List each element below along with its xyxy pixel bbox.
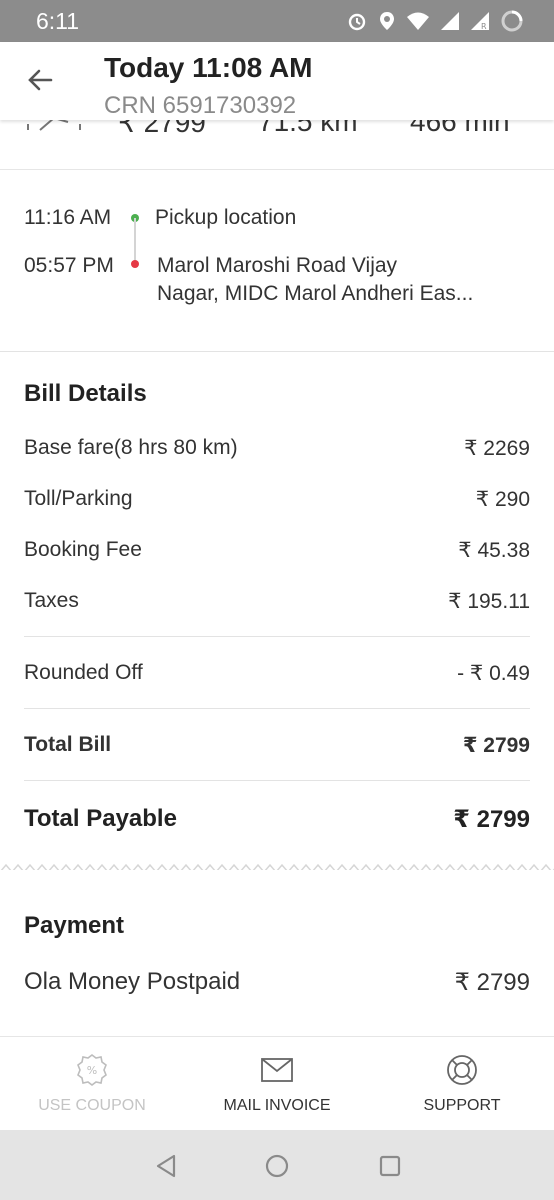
bill-row-taxes: Taxes ₹ 195.11 <box>24 589 530 614</box>
bill-row-rounded-off: Rounded Off - ₹ 0.49 <box>24 661 530 686</box>
trip-timeline: 11:16 AM Pickup location 05:57 PM Marol … <box>0 172 554 352</box>
payment-row: Ola Money Postpaid ₹ 2799 <box>24 968 530 997</box>
svg-text:%: % <box>87 1064 97 1077</box>
arrow-back-icon <box>28 69 53 91</box>
battery-icon <box>500 9 524 38</box>
signal-icon <box>440 11 460 36</box>
bill-row-value: ₹ 195.11 <box>448 590 530 613</box>
bill-row-label: Base fare(8 hrs 80 km) <box>24 436 238 459</box>
bill-row-label: Taxes <box>24 589 79 612</box>
bill-row-payable: Total Payable ₹ 2799 <box>24 805 530 834</box>
route-line <box>134 218 136 262</box>
signal-roaming-icon: R <box>470 11 490 36</box>
pickup-label: Pickup location <box>155 206 297 229</box>
support-label: SUPPORT <box>423 1097 501 1114</box>
pickup-time: 11:16 AM <box>24 206 112 229</box>
support-button[interactable]: SUPPORT <box>370 1037 554 1131</box>
status-icons: R <box>346 9 524 38</box>
drop-address-line1: Marol Maroshi Road Vijay <box>157 254 398 277</box>
drop-dot <box>131 260 139 268</box>
total-bill-value: ₹ 2799 <box>462 734 530 757</box>
mail-invoice-label: MAIL INVOICE <box>223 1097 331 1114</box>
total-payable-label: Total Payable <box>24 805 177 832</box>
status-bar: 6:11 R <box>0 0 554 42</box>
bill-row-total: Total Bill ₹ 2799 <box>24 733 530 758</box>
payment-amount: ₹ 2799 <box>454 969 530 996</box>
nav-back-icon[interactable] <box>152 1152 180 1180</box>
crn-number: CRN 6591730392 <box>104 92 297 119</box>
total-bill-label: Total Bill <box>24 733 112 756</box>
coupon-percent-icon: % <box>77 1054 107 1086</box>
bill-row-value: - ₹ 0.49 <box>457 662 530 685</box>
use-coupon-label: USE COUPON <box>38 1097 146 1114</box>
alarm-icon <box>346 10 368 37</box>
back-button[interactable] <box>22 62 58 98</box>
wifi-icon <box>406 11 430 36</box>
svg-text:R: R <box>481 22 487 31</box>
mail-icon <box>261 1058 293 1082</box>
status-time: 6:11 <box>36 8 80 34</box>
bill-row-label: Toll/Parking <box>24 487 133 510</box>
divider <box>24 780 530 781</box>
drop-address: Marol Maroshi Road Vijay Nagar, MIDC Mar… <box>157 252 473 308</box>
drop-address-line2: Nagar, MIDC Marol Andheri Eas... <box>157 282 474 305</box>
app-header: Today 11:08 AM CRN 6591730392 <box>0 42 554 120</box>
payment-title: Payment <box>24 912 125 939</box>
payment-section: Payment Ola Money Postpaid ₹ 2799 <box>0 870 554 1036</box>
mail-invoice-button[interactable]: MAIL INVOICE <box>185 1037 369 1131</box>
bill-row-booking-fee: Booking Fee ₹ 45.38 <box>24 538 530 563</box>
bill-row-value: ₹ 45.38 <box>458 539 530 562</box>
bill-row-value: ₹ 290 <box>475 488 530 511</box>
bill-details-title: Bill Details <box>24 380 147 407</box>
payment-method: Ola Money Postpaid <box>24 968 241 995</box>
use-coupon-button[interactable]: % USE COUPON <box>0 1037 184 1131</box>
bill-row-value: ₹ 2269 <box>464 437 530 460</box>
bill-row-label: Rounded Off <box>24 661 143 684</box>
page-title: Today 11:08 AM <box>104 52 313 83</box>
divider <box>24 708 530 709</box>
bottom-actions: % USE COUPON MAIL INVOICE SUPPORT <box>0 1036 554 1130</box>
nav-home-icon[interactable] <box>263 1152 291 1180</box>
system-nav-bar <box>0 1130 554 1200</box>
bill-row-label: Booking Fee <box>24 538 142 561</box>
location-icon <box>378 10 396 37</box>
total-payable-value: ₹ 2799 <box>453 806 530 833</box>
bill-row-base-fare: Base fare(8 hrs 80 km) ₹ 2269 <box>24 436 530 461</box>
nav-recents-icon[interactable] <box>376 1152 404 1180</box>
divider <box>24 636 530 637</box>
lifebuoy-icon <box>447 1055 477 1085</box>
drop-time: 05:57 PM <box>24 254 114 277</box>
bill-row-toll: Toll/Parking ₹ 290 <box>24 487 530 512</box>
